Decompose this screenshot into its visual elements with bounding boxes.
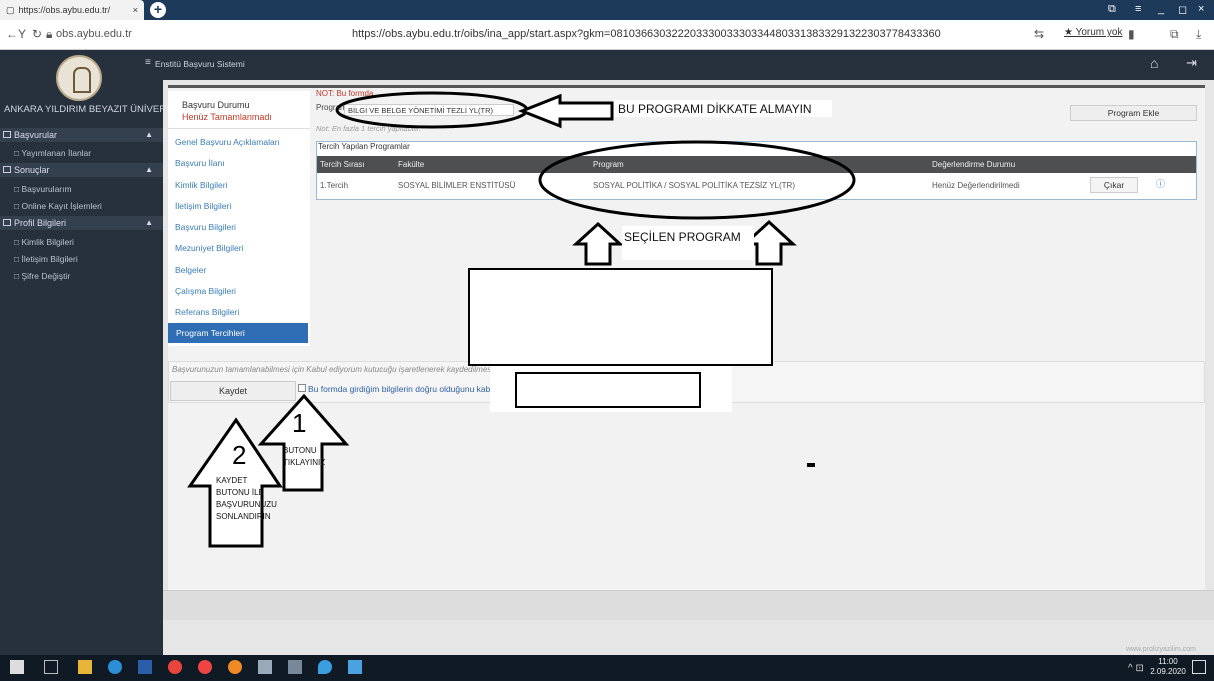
taskbar-clock[interactable]: 11:00 2.09.2020 [1148, 657, 1188, 677]
redaction-box-small [515, 372, 701, 408]
chrome-icon[interactable] [168, 660, 182, 674]
calculator-icon[interactable] [288, 660, 302, 674]
step-1-text: BUTONU TIKLAYINIZ [283, 446, 326, 467]
left-arrow-shape [517, 93, 614, 129]
selected-label: SEÇİLEN PROGRAM [624, 230, 741, 244]
step-number-1: 1 [292, 408, 307, 438]
windows-start-icon[interactable] [10, 660, 24, 674]
selected-ellipse [538, 140, 856, 220]
edge-icon[interactable] [108, 660, 122, 674]
clock-date: 2.09.2020 [1150, 667, 1186, 676]
tray-chevron-icon[interactable]: ^ ⊡ [1128, 663, 1144, 674]
ignore-ellipse [335, 91, 529, 129]
redaction-box-large [468, 268, 773, 366]
photos-icon[interactable] [348, 660, 362, 674]
task-view-icon[interactable] [44, 660, 58, 674]
clock-time: 11:00 [1158, 657, 1178, 666]
outlook-icon[interactable] [138, 660, 152, 674]
dash-mark [807, 463, 815, 467]
step-2-text: KAYDET BUTONU İLE BAŞVURUNUZU SONLANDIRI… [216, 476, 277, 521]
yandex-browser-icon[interactable] [198, 660, 212, 674]
taskbar [0, 655, 1214, 681]
file-explorer-icon[interactable] [78, 660, 92, 674]
up-arrow-left [572, 221, 624, 266]
paint-icon[interactable] [318, 660, 332, 674]
firefox-icon[interactable] [228, 660, 242, 674]
step-number-2: 2 [232, 440, 247, 470]
notification-icon[interactable] [1192, 660, 1206, 674]
ignore-label: BU PROGRAMI DİKKATE ALMAYIN [618, 102, 812, 116]
media-icon[interactable] [258, 660, 272, 674]
